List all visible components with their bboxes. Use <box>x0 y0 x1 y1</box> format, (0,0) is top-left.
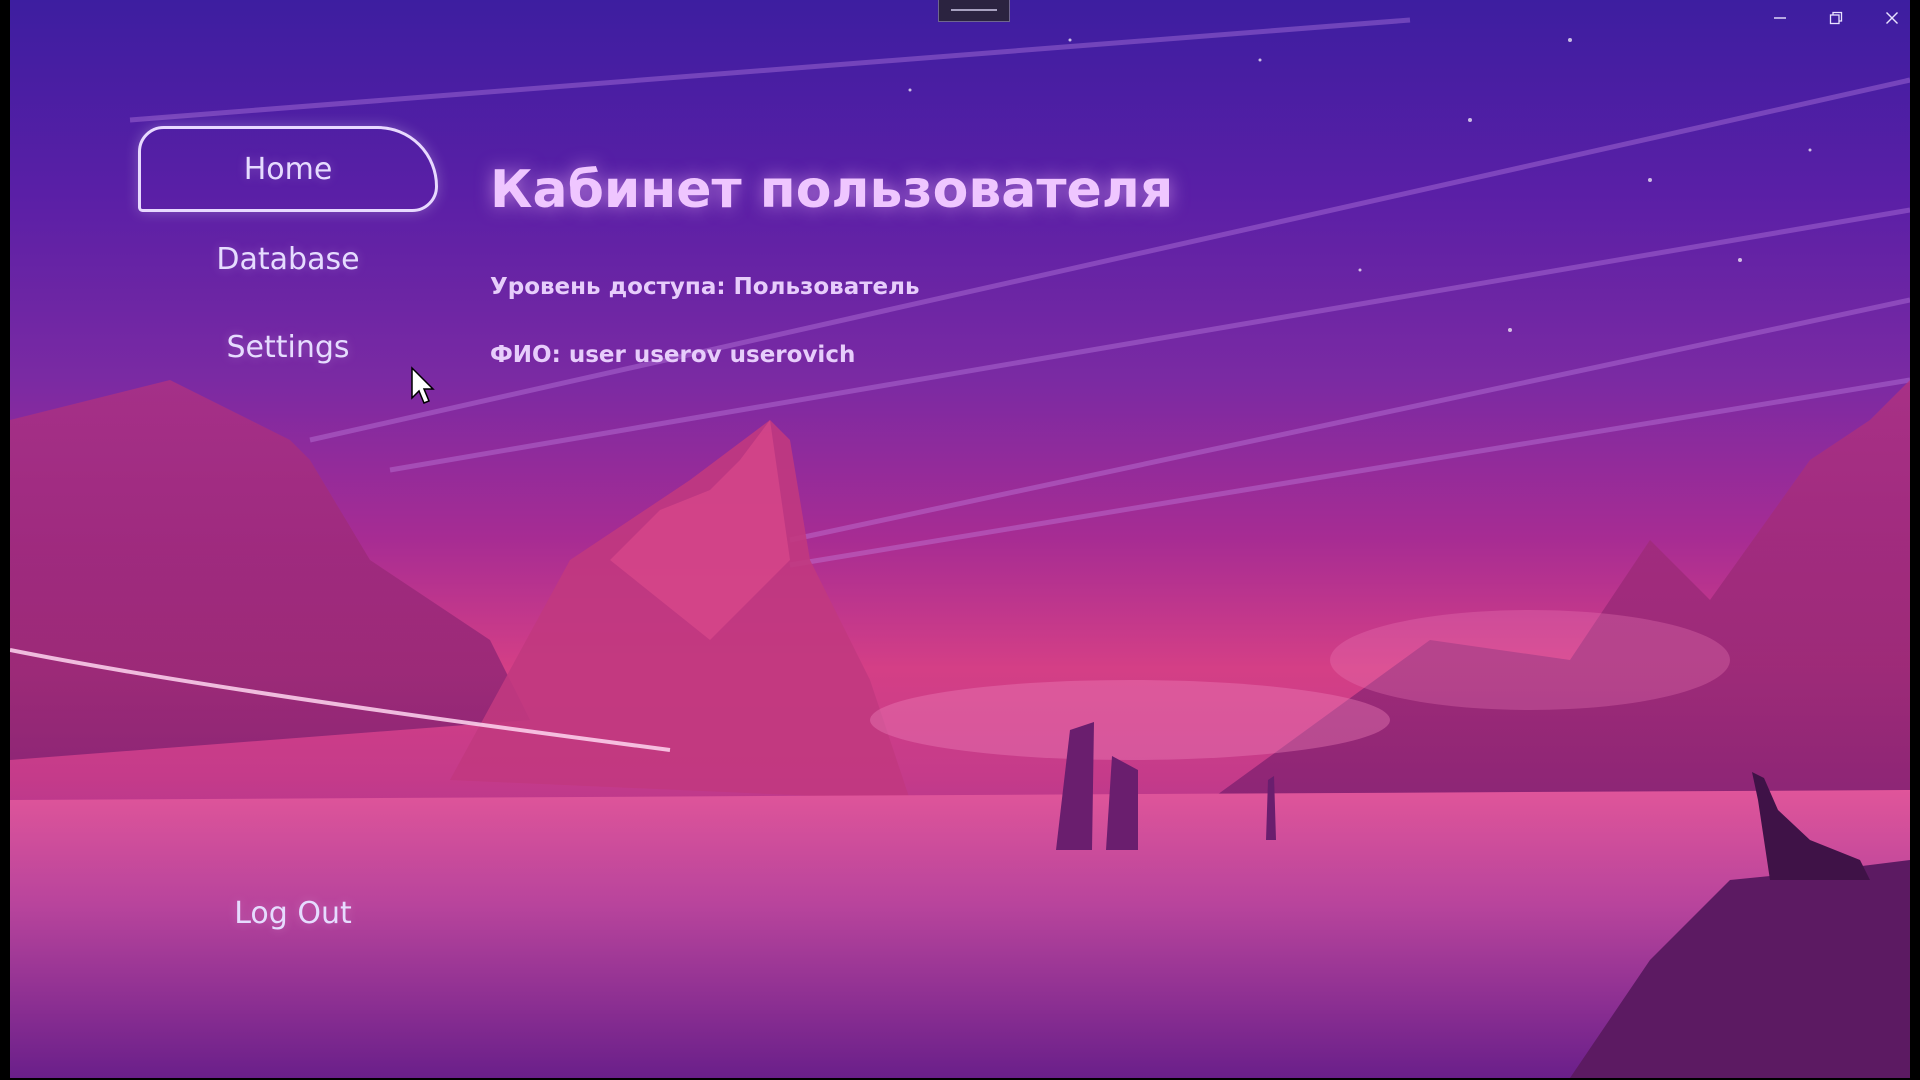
restore-button[interactable] <box>1818 6 1854 34</box>
access-level-text: Уровень доступа: Пользователь <box>490 274 920 300</box>
nav-home-button[interactable]: Home <box>138 126 438 212</box>
minimize-icon <box>1773 11 1787 29</box>
logout-button[interactable]: Log Out <box>143 870 443 956</box>
main-window: Home Database Settings Log Out Кабинет п… <box>10 0 1910 1078</box>
close-button[interactable] <box>1874 6 1910 34</box>
nav-settings-label: Settings <box>226 329 350 365</box>
nav-home-label: Home <box>243 151 333 187</box>
nav-database-button[interactable]: Database <box>138 216 438 302</box>
page-title: Кабинет пользователя <box>490 160 1174 220</box>
full-name-text: ФИО: user userov userovich <box>490 342 856 368</box>
nav-database-label: Database <box>216 241 360 277</box>
minimize-button[interactable] <box>1762 6 1798 34</box>
mouse-cursor-icon <box>411 366 435 404</box>
logout-label: Log Out <box>234 895 352 931</box>
app-root: Home Database Settings Log Out Кабинет п… <box>0 0 1920 1080</box>
close-icon <box>1885 11 1899 29</box>
window-drag-handle[interactable] <box>938 0 1010 22</box>
restore-icon <box>1829 11 1843 29</box>
nav-settings-button[interactable]: Settings <box>138 304 438 390</box>
